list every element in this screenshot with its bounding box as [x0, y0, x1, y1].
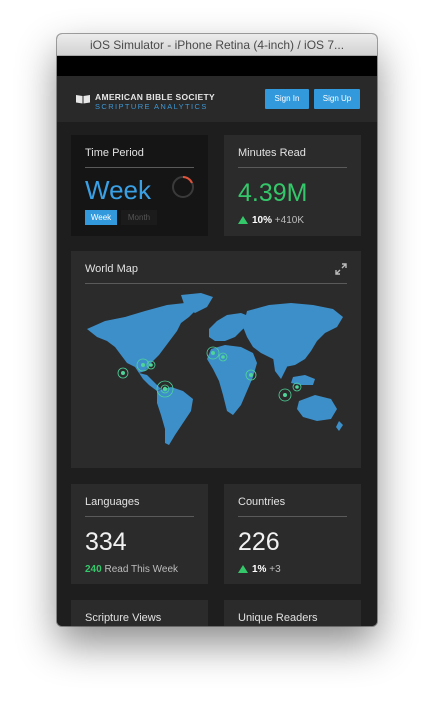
simulator-window: iOS Simulator - iPhone Retina (4-inch) /…: [57, 34, 377, 626]
divider: [238, 167, 347, 168]
dashboard-content[interactable]: Time Period Week Week Month Minutes Read…: [57, 122, 377, 626]
window-title: iOS Simulator - iPhone Retina (4-inch) /…: [89, 38, 345, 52]
brand-subtitle: SCRIPTURE ANALYTICS: [95, 102, 208, 111]
divider: [238, 516, 347, 517]
period-progress-ring-icon: [172, 176, 194, 198]
book-icon: [76, 95, 90, 104]
languages-read-label: Read This Week: [104, 564, 179, 575]
card-title: Unique Readers: [238, 612, 318, 624]
ios-status-bar: [57, 56, 377, 76]
countries-value: 226: [238, 528, 280, 556]
unique-readers-card: Unique Readers: [224, 600, 361, 626]
sign-in-button[interactable]: Sign In: [265, 89, 309, 109]
trend-up-icon: [238, 216, 248, 224]
brand-name: AMERICAN BIBLE SOCIETY: [95, 92, 215, 102]
card-title: Languages: [85, 496, 140, 508]
divider: [85, 283, 347, 284]
change-absolute: +410K: [274, 215, 304, 226]
languages-value: 334: [85, 528, 127, 556]
languages-read-count: 240: [85, 564, 102, 575]
card-title: Countries: [238, 496, 286, 508]
languages-card: Languages 334 240 Read This Week: [71, 484, 208, 584]
card-title: Time Period: [85, 147, 144, 159]
scripture-views-card: Scripture Views: [71, 600, 208, 626]
divider: [85, 167, 194, 168]
trend-up-icon: [238, 565, 248, 573]
time-period-card: Time Period Week Week Month: [71, 135, 208, 236]
time-period-value: Week: [85, 175, 151, 205]
divider: [85, 516, 194, 517]
sign-up-button[interactable]: Sign Up: [314, 89, 360, 109]
change-percent: 1%: [252, 564, 267, 575]
countries-card: Countries 226 1% +3: [224, 484, 361, 584]
languages-read-line: 240 Read This Week: [85, 564, 178, 575]
change-absolute: +3: [269, 564, 281, 575]
card-title: Scripture Views: [85, 612, 162, 624]
period-option-week[interactable]: Week: [85, 210, 117, 225]
card-title: World Map: [85, 263, 138, 275]
change-percent: 10%: [252, 215, 273, 226]
world-map-card: World Map: [71, 251, 361, 468]
card-title: Minutes Read: [238, 147, 306, 159]
minutes-change: 10% +410K: [238, 215, 304, 226]
expand-icon[interactable]: [335, 263, 347, 275]
minutes-read-card: Minutes Read 4.39M 10% +410K: [224, 135, 361, 236]
countries-change: 1% +3: [238, 564, 281, 575]
window-titlebar[interactable]: iOS Simulator - iPhone Retina (4-inch) /…: [57, 34, 377, 56]
period-option-month[interactable]: Month: [121, 210, 157, 225]
minutes-read-value: 4.39M: [238, 179, 308, 207]
world-map[interactable]: [85, 291, 347, 446]
